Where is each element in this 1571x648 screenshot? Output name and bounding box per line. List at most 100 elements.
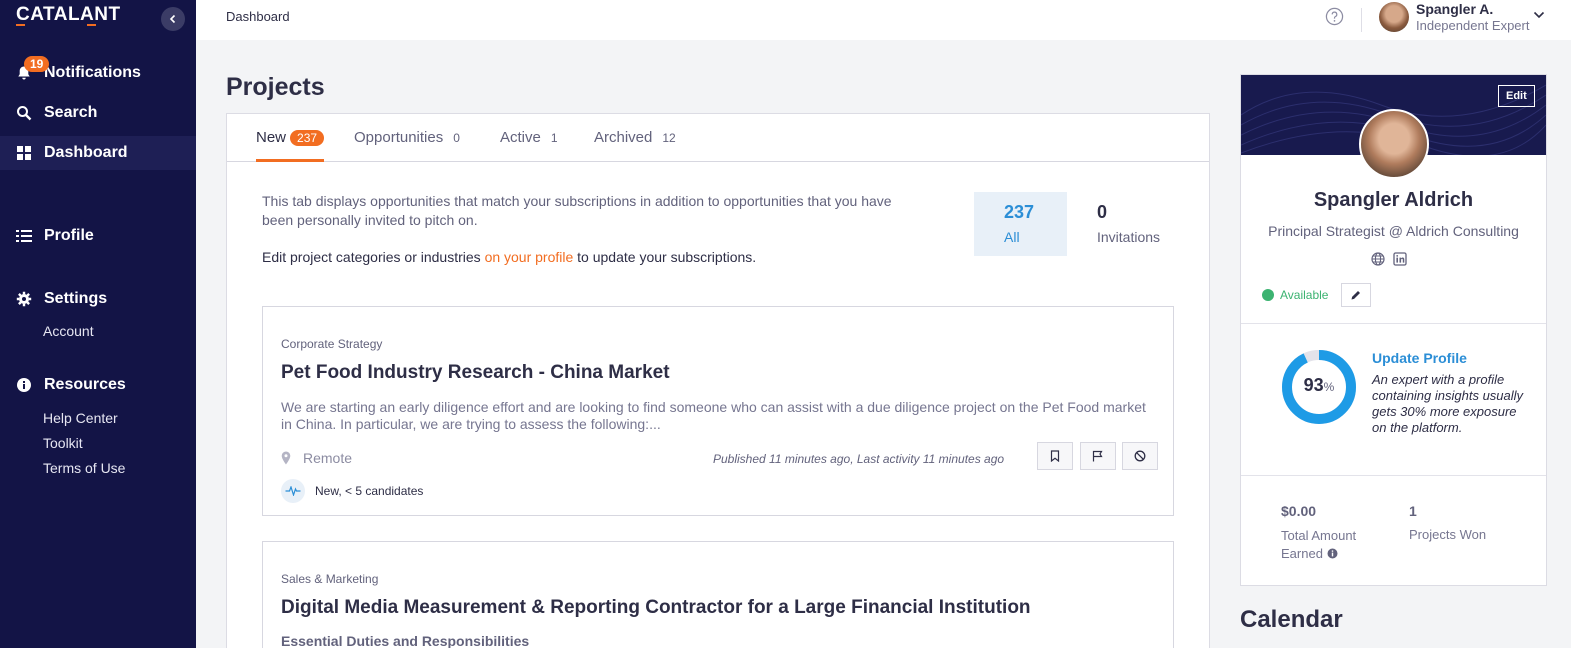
- project-card[interactable]: Sales & Marketing Digital Media Measurem…: [262, 541, 1174, 648]
- invitations-count: 0: [1097, 202, 1108, 222]
- profile-links: [1371, 252, 1407, 266]
- sidebar-item-label: Resources: [44, 376, 126, 393]
- linkedin-icon[interactable]: [1393, 252, 1407, 266]
- tab-count: 0: [453, 130, 460, 145]
- all-count: 237: [1004, 202, 1035, 222]
- logo-accent: [87, 24, 96, 26]
- profile-avatar[interactable]: [1359, 109, 1429, 179]
- block-icon: [1134, 450, 1146, 462]
- bookmark-button[interactable]: [1037, 442, 1073, 470]
- project-location: Remote: [281, 450, 352, 466]
- activity-icon: [281, 479, 305, 503]
- location-text: Remote: [303, 450, 353, 466]
- chevron-down-icon[interactable]: [1533, 9, 1545, 21]
- bookmark-icon: [1050, 450, 1060, 462]
- total-earned-value: $0.00: [1281, 503, 1317, 519]
- project-category: Sales & Marketing: [281, 572, 379, 586]
- project-category: Corporate Strategy: [281, 337, 383, 351]
- tab-active[interactable]: Active 1: [500, 114, 558, 161]
- profile-name: Spangler Aldrich: [1313, 189, 1474, 211]
- profile-card: Edit Spangler Aldrich Principal Strategi…: [1240, 74, 1547, 586]
- hint-prefix: Edit project categories or industries: [262, 249, 485, 265]
- sidebar-item-resources[interactable]: Resources: [0, 368, 196, 402]
- calendar-heading: Calendar: [1240, 606, 1343, 633]
- divider: [1241, 323, 1546, 324]
- availability-status: Available: [1262, 288, 1328, 302]
- flag-button[interactable]: [1080, 442, 1116, 470]
- project-title[interactable]: Digital Media Measurement & Reporting Co…: [281, 597, 1031, 619]
- project-title[interactable]: Pet Food Industry Research - China Marke…: [281, 362, 670, 384]
- project-published: Published 11 minutes ago, Last activity …: [713, 452, 1005, 466]
- flag-icon: [1092, 450, 1103, 462]
- candidate-status: New, < 5 candidates: [281, 479, 423, 503]
- subscription-hint: Edit project categories or industries on…: [262, 249, 756, 265]
- tab-label: Active: [500, 129, 541, 146]
- sidebar-item-profile[interactable]: Profile: [0, 219, 196, 253]
- availability-text: Available: [1280, 288, 1329, 302]
- sidebar-item-label: Notifications: [44, 64, 141, 81]
- user-role: Independent Expert: [1416, 18, 1530, 33]
- tab-new[interactable]: New 237: [256, 114, 325, 162]
- tab-count: 1: [550, 130, 558, 145]
- edit-availability-button[interactable]: [1341, 283, 1371, 307]
- sidebar-item-label: Dashboard: [44, 144, 128, 161]
- profile-link[interactable]: on your profile: [485, 249, 574, 265]
- sidebar-item-label: Search: [44, 104, 98, 121]
- divider: [1241, 475, 1546, 476]
- sidebar-item-label: Profile: [44, 227, 94, 244]
- dismiss-button[interactable]: [1122, 442, 1158, 470]
- sidebar-subitem-terms[interactable]: Terms of Use: [43, 460, 125, 476]
- projects-won-label: Projects Won: [1409, 527, 1487, 542]
- tab-count: 12: [662, 130, 676, 145]
- sidebar-subitem-toolkit[interactable]: Toolkit: [43, 435, 83, 451]
- filter-all[interactable]: 237 All: [974, 192, 1067, 256]
- info-icon[interactable]: [1327, 548, 1338, 559]
- completion-unit: %: [1323, 380, 1335, 394]
- total-earned-label: Total Amount Earned: [1281, 527, 1381, 563]
- user-name[interactable]: Spangler A.: [1416, 1, 1493, 17]
- sidebar-subitem-help-center[interactable]: Help Center: [43, 410, 118, 426]
- sidebar-item-settings[interactable]: Settings: [0, 282, 196, 316]
- tab-description: This tab displays opportunities that mat…: [262, 193, 892, 228]
- brand-logo[interactable]: CATALANT: [16, 4, 121, 26]
- project-subheading: Essential Duties and Responsibilities: [281, 633, 530, 648]
- tab-label: New: [256, 129, 287, 146]
- projects-won-value: 1: [1409, 503, 1417, 519]
- update-profile-description: An expert with a profile containing insi…: [1372, 372, 1524, 435]
- sidebar-item-search[interactable]: Search: [0, 96, 196, 130]
- profile-completion-value: 93%: [1281, 375, 1357, 396]
- list-icon: [15, 227, 33, 245]
- breadcrumb[interactable]: Dashboard: [226, 9, 290, 24]
- sidebar-subitem-account[interactable]: Account: [43, 323, 94, 339]
- projects-tabs: New 237 Opportunities 0 Active 1 Archive…: [227, 114, 1209, 162]
- tab-count-badge: 237: [290, 129, 325, 146]
- help-icon[interactable]: [1325, 7, 1344, 26]
- grid-icon: [15, 144, 33, 162]
- topbar: Dashboard Spangler A. Independent Expert: [196, 0, 1571, 40]
- tab-archived[interactable]: Archived 12: [594, 114, 676, 161]
- location-pin-icon: [281, 451, 291, 465]
- gear-icon: [15, 290, 33, 308]
- avatar[interactable]: [1379, 2, 1409, 32]
- topbar-divider: [1361, 8, 1362, 32]
- page-title: Projects: [226, 73, 325, 101]
- project-card[interactable]: Corporate Strategy Pet Food Industry Res…: [262, 306, 1174, 516]
- sidebar: CATALANT Notifications 19 Search Dashboa…: [0, 0, 196, 648]
- tab-label: Archived: [594, 129, 653, 146]
- profile-role: Principal Strategist @ Aldrich Consultin…: [1268, 223, 1519, 239]
- notifications-badge: 19: [24, 56, 50, 72]
- tab-opportunities[interactable]: Opportunities 0: [354, 114, 460, 161]
- globe-icon[interactable]: [1371, 252, 1385, 266]
- invitations-label: Invitations: [1097, 229, 1161, 245]
- sidebar-item-dashboard[interactable]: Dashboard: [0, 136, 196, 170]
- candidate-text: New, < 5 candidates: [315, 484, 424, 498]
- info-icon: [15, 376, 33, 394]
- status-dot: [1262, 289, 1274, 301]
- all-label: All: [1004, 229, 1020, 245]
- logo-accent: [16, 24, 25, 26]
- projects-card: New 237 Opportunities 0 Active 1 Archive…: [226, 113, 1210, 648]
- project-description: We are starting an early diligence effor…: [281, 399, 1146, 432]
- edit-banner-button[interactable]: Edit: [1498, 85, 1535, 107]
- update-profile-link[interactable]: Update Profile: [1372, 350, 1467, 366]
- collapse-sidebar-button[interactable]: [161, 7, 185, 31]
